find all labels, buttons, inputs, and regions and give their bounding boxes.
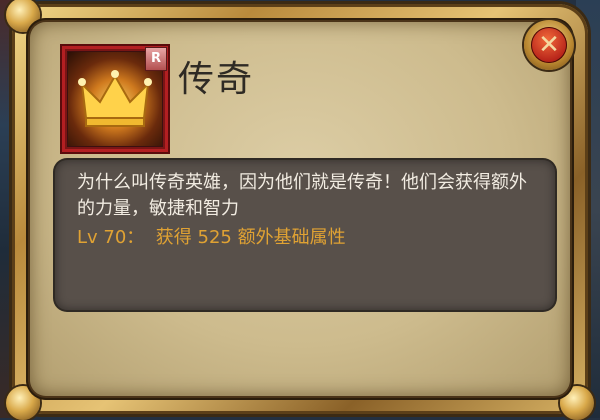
description-panel: 为什么叫传奇英雄，因为他们就是传奇！他们会获得额外的力量，敏捷和智力 Lv 70… [55, 160, 555, 310]
rank-badge: R [145, 47, 167, 71]
close-icon[interactable]: ✕ [531, 27, 567, 63]
level-bonus-line: Lv 70： 获得 525 额外基础属性 [77, 225, 346, 251]
hero-icon-frame: R [62, 46, 168, 152]
page-title: 传奇 [178, 59, 255, 100]
close-button[interactable]: ✕ [524, 20, 574, 70]
level-label: Lv 70： [77, 227, 145, 248]
bonus-text: 获得 525 额外基础属性 [155, 227, 346, 248]
description-text: 为什么叫传奇英雄，因为他们就是传奇！他们会获得额外的力量，敏捷和智力 [77, 172, 527, 219]
